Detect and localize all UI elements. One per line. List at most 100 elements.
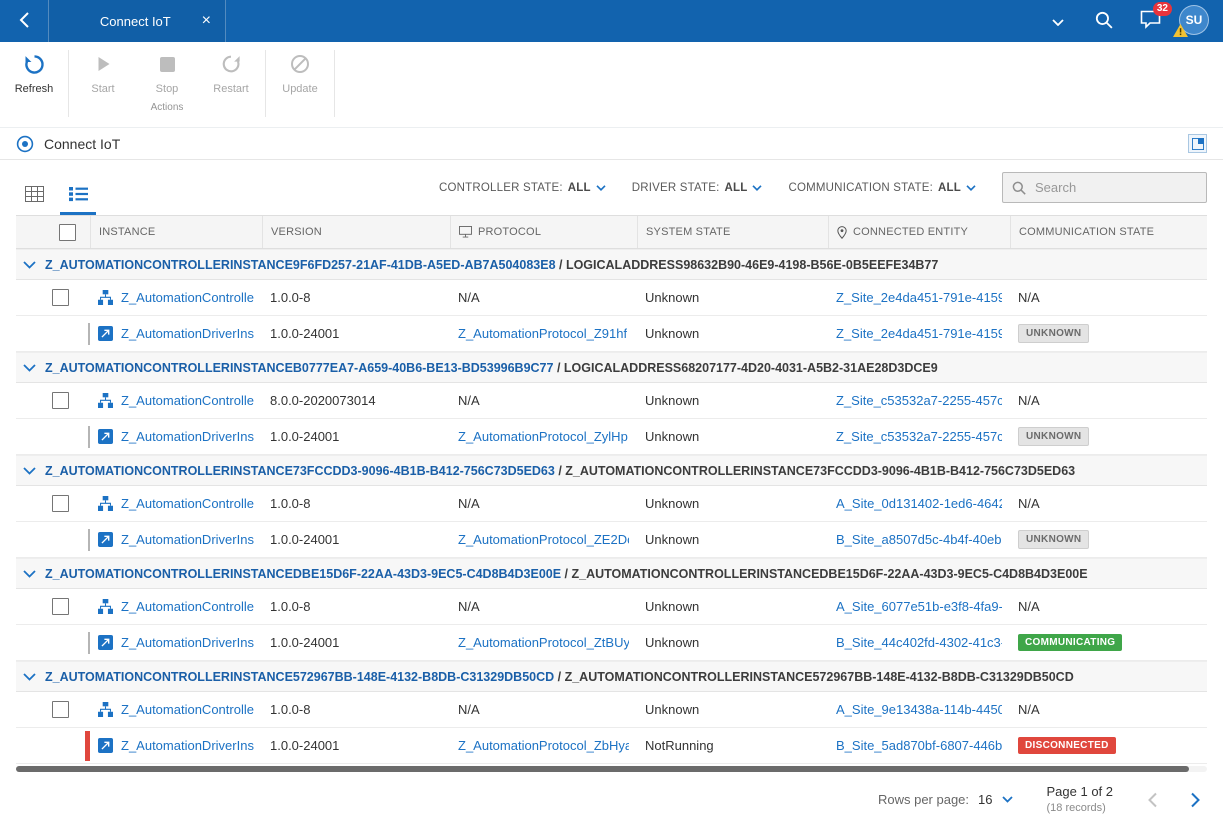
table-row[interactable]: Z_AutomationControlle 8.0.0-2020073014 N… [16,383,1207,419]
communication-state-filter[interactable]: COMMUNICATION STATE: ALL [788,182,976,194]
protocol-text[interactable]: Z_AutomationProtocol_ZbHya [458,738,629,753]
instance-link[interactable]: Z_AutomationControlle [121,599,254,614]
start-button[interactable]: Start [71,48,135,95]
protocol-text[interactable]: Z_AutomationProtocol_Z91hf [458,326,627,341]
table-row[interactable]: Z_AutomationDriverInst 1.0.0-24001 Z_Aut… [16,625,1207,661]
column-header-version[interactable]: VERSION [262,216,450,248]
row-checkbox[interactable] [52,598,69,615]
column-header-connected-entity[interactable]: CONNECTED ENTITY [828,216,1010,248]
connected-entity-link[interactable]: B_Site_5ad870bf-6807-446b-9 [836,738,1002,753]
group-title-secondary: LOGICALADDRESS98632B90-46E9-4198-B56E-0B… [565,257,939,272]
row-select-cell [44,522,90,557]
protocol-text[interactable]: Z_AutomationProtocol_ZE2Dc [458,532,629,547]
row-checkbox[interactable] [52,701,69,718]
instance-link[interactable]: Z_AutomationControlle [121,290,254,305]
communication-state-cell: N/A [1010,280,1207,315]
back-button[interactable] [0,0,48,42]
row-expander-spacer [16,486,44,521]
stop-button[interactable]: Stop [135,48,199,95]
chevron-down-icon[interactable] [23,363,36,372]
column-header-communication-state[interactable]: COMMUNICATION STATE [1010,216,1207,248]
restart-button[interactable]: Restart [199,48,263,95]
row-select-cell [44,692,90,727]
select-all-checkbox[interactable] [58,223,76,241]
rows-per-page-control[interactable]: Rows per page: 16 [878,792,1013,807]
refresh-button[interactable]: Refresh [2,48,66,95]
version-cell: 1.0.0-8 [262,280,450,315]
table-row[interactable]: Z_AutomationDriverInst 1.0.0-24001 Z_Aut… [16,419,1207,455]
group-title-primary[interactable]: Z_AUTOMATIONCONTROLLERINSTANCE73FCCDD3-9… [45,464,555,478]
connected-entity-link[interactable]: Z_Site_c53532a7-2255-457c-9 [836,393,1002,408]
chevron-down-icon[interactable] [23,466,36,475]
instance-link[interactable]: Z_AutomationDriverInst [121,326,254,341]
table-row[interactable]: Z_AutomationControlle 1.0.0-8 N/A Unknow… [16,486,1207,522]
update-button[interactable]: Update [268,48,332,95]
connected-entity-link[interactable]: B_Site_a8507d5c-4b4f-40eb-a [836,532,1002,547]
instance-link[interactable]: Z_AutomationControlle [121,393,254,408]
table-row[interactable]: Z_AutomationControlle 1.0.0-8 N/A Unknow… [16,589,1207,625]
user-menu-button[interactable]: SU [1173,5,1211,37]
connected-entity-link[interactable]: Z_Site_c53532a7-2255-457c-9 [836,429,1002,444]
table-row[interactable]: Z_AutomationDriverInst 1.0.0-24001 Z_Aut… [16,728,1207,764]
next-page-button[interactable] [1191,792,1201,808]
connected-entity-link[interactable]: B_Site_44c402fd-4302-41c3-a [836,635,1002,650]
protocol-text[interactable]: Z_AutomationProtocol_ZylHp [458,429,628,444]
grid-view-toggle[interactable] [16,175,52,215]
instance-link[interactable]: Z_AutomationDriverInst [121,532,254,547]
connected-entity-link[interactable]: A_Site_6077e51b-e3f8-4fa9-a [836,599,1002,614]
group-title-primary[interactable]: Z_AUTOMATIONCONTROLLERINSTANCEB0777EA7-A… [45,361,553,375]
toolbar-group-refresh: Refresh [2,48,66,127]
controller-state-filter[interactable]: CONTROLLER STATE: ALL [439,182,606,194]
previous-page-button[interactable] [1147,792,1157,808]
chevron-down-icon[interactable] [23,569,36,578]
table-row[interactable]: Z_AutomationDriverInst 1.0.0-24001 Z_Aut… [16,522,1207,558]
group-header-row[interactable]: Z_AUTOMATIONCONTROLLERINSTANCEDBE15D6F-2… [16,558,1207,589]
connected-entity-link[interactable]: A_Site_0d131402-1ed6-4642-9 [836,496,1002,511]
column-header-instance[interactable]: INSTANCE [90,216,262,248]
row-select-cell [44,589,90,624]
row-checkbox[interactable] [52,392,69,409]
group-title-primary[interactable]: Z_AUTOMATIONCONTROLLERINSTANCE9F6FD257-2… [45,258,556,272]
group-header-row[interactable]: Z_AUTOMATIONCONTROLLERINSTANCE9F6FD257-2… [16,249,1207,280]
view-toggles [16,175,96,215]
system-state-text: Unknown [645,635,700,650]
row-checkbox[interactable] [52,289,69,306]
group-title-primary[interactable]: Z_AUTOMATIONCONTROLLERINSTANCEDBE15D6F-2… [45,567,561,581]
instance-link[interactable]: Z_AutomationDriverInst [121,635,254,650]
list-view-toggle[interactable] [60,175,96,215]
controller-icon [98,702,113,717]
table-row[interactable]: Z_AutomationDriverInst 1.0.0-24001 Z_Aut… [16,316,1207,352]
notifications-button[interactable]: 32 [1127,0,1173,42]
column-header-protocol[interactable]: PROTOCOL [450,216,637,248]
chevron-down-icon[interactable] [23,260,36,269]
toolbar-group-label-actions: Actions [150,102,184,113]
group-header-row[interactable]: Z_AUTOMATIONCONTROLLERINSTANCE572967BB-1… [16,661,1207,692]
view-bar: CONTROLLER STATE: ALL DRIVER STATE: ALL … [0,160,1223,215]
search-input[interactable] [1033,179,1197,196]
group-header-row[interactable]: Z_AUTOMATIONCONTROLLERINSTANCE73FCCDD3-9… [16,455,1207,486]
protocol-text[interactable]: Z_AutomationProtocol_ZtBUy [458,635,629,650]
chevron-down-icon[interactable] [23,672,36,681]
group-title-primary[interactable]: Z_AUTOMATIONCONTROLLERINSTANCE572967BB-1… [45,670,554,684]
table-row[interactable]: Z_AutomationControlle 1.0.0-8 N/A Unknow… [16,280,1207,316]
tab-overflow-button[interactable] [1035,0,1081,42]
connected-entity-link[interactable]: Z_Site_2e4da451-791e-4159-b [836,326,1002,341]
driver-state-filter[interactable]: DRIVER STATE: ALL [632,182,763,194]
instance-link[interactable]: Z_AutomationDriverInst [121,738,254,753]
group-header-row[interactable]: Z_AUTOMATIONCONTROLLERINSTANCEB0777EA7-A… [16,352,1207,383]
collapse-panel-button[interactable] [1188,134,1207,153]
table-footer: Rows per page: 16 Page 1 of 2 (18 record… [0,772,1223,827]
instance-link[interactable]: Z_AutomationDriverInst [121,429,254,444]
column-header-system-state[interactable]: SYSTEM STATE [637,216,828,248]
instance-link[interactable]: Z_AutomationControlle [121,702,254,717]
tab-connect-iot[interactable]: Connect IoT × [48,0,226,42]
connected-entity-link[interactable]: A_Site_9e13438a-114b-4450-b [836,702,1002,717]
row-checkbox[interactable] [52,495,69,512]
connected-entity-link[interactable]: Z_Site_2e4da451-791e-4159-b [836,290,1002,305]
table-row[interactable]: Z_AutomationControlle 1.0.0-8 N/A Unknow… [16,692,1207,728]
protocol-cell: Z_AutomationProtocol_Z91hf [450,316,637,351]
global-search-button[interactable] [1081,0,1127,42]
instance-link[interactable]: Z_AutomationControlle [121,496,254,511]
communication-state-text: N/A [1018,702,1040,717]
close-icon[interactable]: × [198,11,215,31]
